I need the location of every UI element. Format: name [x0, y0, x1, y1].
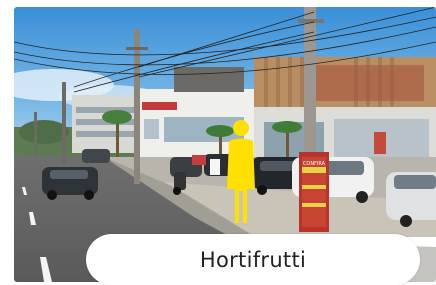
shop-sign-text: CONFIRA — [303, 161, 326, 167]
place-name-label: Hortifrutti — [199, 247, 307, 272]
app-frame: CONFIRA Hortifrutti — [0, 0, 436, 285]
pegman-icon[interactable] — [221, 119, 261, 225]
shop-sign-banner: CONFIRA — [299, 152, 329, 232]
car-silver-right — [386, 172, 436, 227]
utility-pole — [134, 29, 140, 184]
location-card: Hortifrutti — [86, 234, 420, 285]
